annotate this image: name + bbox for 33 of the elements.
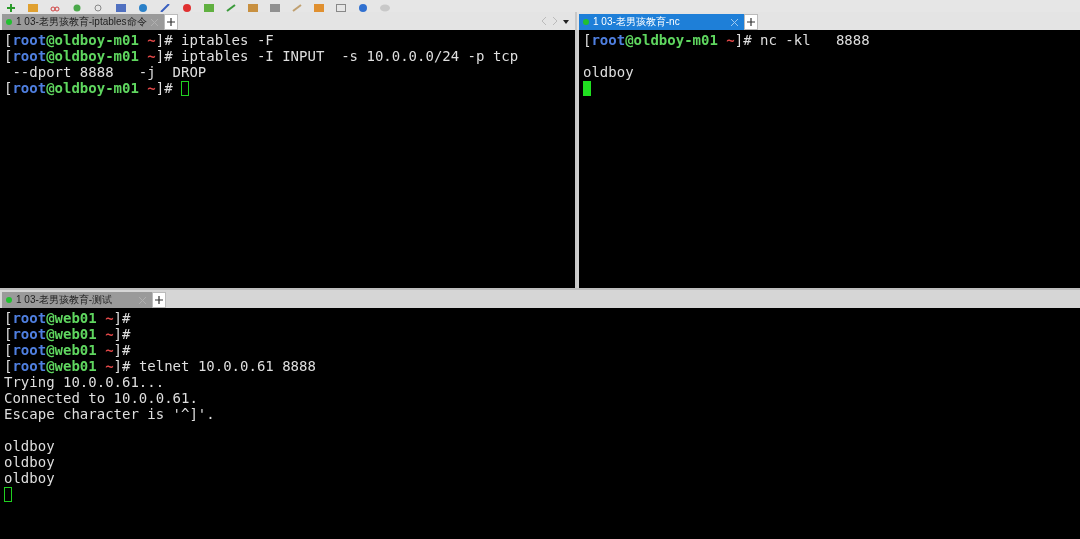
terminal-line: [root@web01 ~]#	[4, 310, 131, 326]
terminal-line: [root@oldboy-m01 ~]# iptables -I INPUT -s 10.0.0.0/24 -p tcp	[4, 48, 519, 64]
terminal-line: --dport 8888 -j DROP	[11, 64, 207, 80]
chevron-left-icon[interactable]	[541, 17, 547, 25]
terminal-tab[interactable]: 1 03-老男孩教育-测试	[2, 292, 152, 308]
terminal-line: Connected to 10.0.0.61.	[4, 390, 198, 406]
terminal-line: [root@web01 ~]#	[4, 326, 131, 342]
terminal-line: oldboy	[4, 470, 55, 486]
terminal-line: Escape character is '^]'.	[4, 406, 215, 422]
terminal-line: oldboy	[583, 64, 634, 80]
terminal-line: [root@oldboy-m01 ~]# iptables -F	[4, 32, 274, 48]
new-tab-button[interactable]	[744, 14, 758, 30]
globe-icon[interactable]	[138, 4, 148, 12]
terminal-tab[interactable]: 1 03-老男孩教育-nc	[579, 14, 744, 30]
plus-icon[interactable]	[747, 18, 755, 26]
chevron-right-icon[interactable]	[552, 17, 558, 25]
terminal-line: oldboy	[4, 438, 55, 454]
terminal-line: [root@oldboy-m01 ~]# nc -kl 8888	[583, 32, 870, 48]
record-icon[interactable]	[182, 4, 192, 12]
close-icon[interactable]	[731, 18, 738, 26]
plus-icon[interactable]	[166, 18, 175, 26]
terminal-tab[interactable]: 1 03-老男孩教育-iptables命令	[2, 14, 164, 30]
terminal-line: [root@oldboy-m01 ~]#	[4, 80, 174, 96]
plus-icon[interactable]	[155, 296, 163, 304]
new-tab-button[interactable]	[152, 292, 166, 308]
terminal-line: Trying 10.0.0.61...	[4, 374, 165, 390]
caret-icon[interactable]	[563, 17, 569, 25]
pencil-icon[interactable]	[292, 4, 302, 12]
pen-icon[interactable]	[160, 4, 170, 12]
plus-icon[interactable]	[6, 4, 16, 12]
terminal-line: oldboy	[4, 454, 55, 470]
terminal-line: [root@web01 ~]# telnet 10.0.0.61 8888	[4, 358, 316, 374]
terminal-line: [root@web01 ~]#	[4, 342, 131, 358]
